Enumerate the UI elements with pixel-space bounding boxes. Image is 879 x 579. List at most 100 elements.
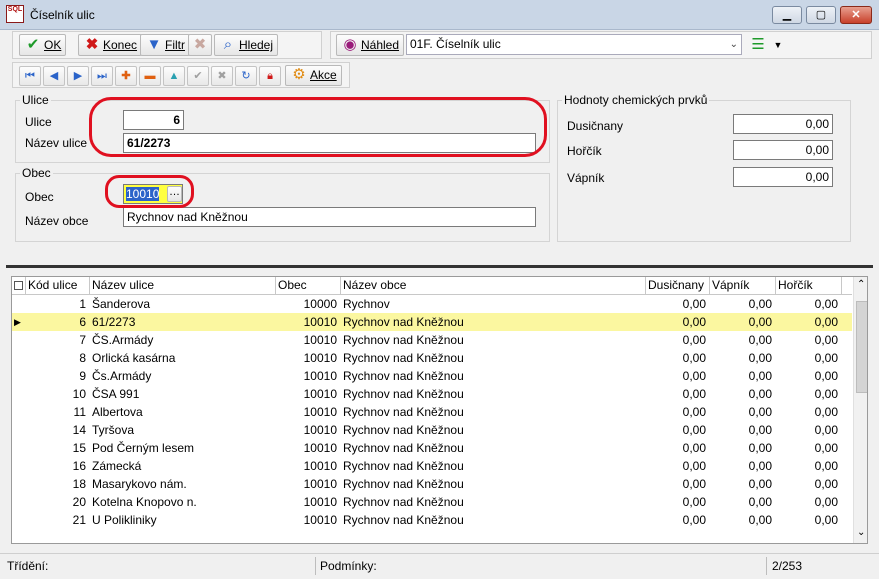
row-indicator-icon	[12, 421, 24, 439]
status-separator	[315, 557, 316, 575]
row-indicator-icon	[12, 349, 24, 367]
row-indicator-icon	[12, 385, 24, 403]
caret-down-icon: ▼	[773, 40, 783, 50]
panel-splitter[interactable]	[6, 265, 873, 268]
table-row[interactable]: 9 Čs.Armády 10010 Rychnov nad Kněžnou 0,00 0,…	[12, 367, 852, 385]
table-row[interactable]: 18 Masarykovo nám. 10010 Rychnov nad Kněžno…	[12, 475, 852, 493]
clear-filter-button[interactable]: ✖	[188, 34, 212, 56]
column-header-nazev-obce[interactable]: Název obce	[341, 277, 646, 295]
refresh-button[interactable]: ↻	[235, 66, 257, 86]
column-header-kod-ulice[interactable]: Kód ulice	[26, 277, 90, 295]
table-row[interactable]: 15 Pod Černým lesem 10010 Rychnov nad Kněžn…	[12, 439, 852, 457]
grid-vertical-scrollbar[interactable]: ⌃ ⌄	[853, 277, 867, 543]
minimize-button[interactable]: ▁	[772, 6, 802, 24]
scroll-up-icon[interactable]: ⌃	[857, 279, 865, 290]
cell-vapnik: 0,00	[748, 495, 772, 509]
dusicnany-label: Dusičnany	[567, 119, 624, 133]
akce-button[interactable]: ⚙ Akce	[285, 65, 342, 86]
post-record-button[interactable]: ✔	[187, 66, 209, 86]
funnel-icon: ▼	[146, 36, 162, 53]
row-indicator-icon	[12, 295, 24, 313]
table-row[interactable]: 20 Kotelna Knopovo n. 10010 Rychnov nad Kně…	[12, 493, 852, 511]
add-record-button[interactable]: ✚	[115, 66, 137, 86]
table-row[interactable]: 21 U Polikliniky 10010 Rychnov nad Kněžnou 0…	[12, 511, 852, 529]
delete-record-button[interactable]: ▬	[139, 66, 161, 86]
cell-nazev-ulice: Albertova	[92, 405, 143, 419]
lock-button[interactable]: 🔒︎	[259, 66, 281, 86]
column-header-vapnik[interactable]: Vápník	[710, 277, 776, 295]
ulice-label: Ulice	[25, 115, 52, 129]
table-row[interactable]: 11 Albertova 10010 Rychnov nad Kněžnou 0,00 0…	[12, 403, 852, 421]
maximize-button[interactable]: ▢	[806, 6, 836, 24]
dusicnany-field[interactable]: 0,00	[733, 114, 833, 134]
row-indicator-icon	[12, 367, 24, 385]
cell-horcik: 0,00	[814, 297, 838, 311]
cell-nazev-ulice: Orlická kasárna	[92, 351, 176, 365]
table-row[interactable]: 16 Zámecká 10010 Rychnov nad Kněžnou 0,00 0,0…	[12, 457, 852, 475]
filtr-button[interactable]: ▼ Filtr	[140, 34, 190, 56]
cell-horcik: 0,00	[814, 387, 838, 401]
column-header-dusicnany[interactable]: Dusičnany	[646, 277, 710, 295]
report-select[interactable]: 01F. Číselník ulic ⌄	[406, 34, 742, 55]
cell-nazev-obce: Rychnov nad Kněžnou	[343, 513, 464, 527]
table-row[interactable]: 7 ČS.Armády 10010 Rychnov nad Kněžnou 0,00 0,…	[12, 331, 852, 349]
cell-obec: 10010	[303, 441, 337, 455]
column-header-nazev-ulice[interactable]: Název ulice	[90, 277, 276, 295]
cell-vapnik: 0,00	[748, 387, 772, 401]
cell-nazev-obce: Rychnov nad Kněžnou	[343, 387, 464, 401]
first-record-icon: ⏮	[25, 70, 35, 82]
cell-nazev-obce: Rychnov nad Kněžnou	[343, 459, 464, 473]
cell-horcik: 0,00	[814, 513, 838, 527]
ok-button[interactable]: ✔ OK	[19, 34, 67, 56]
cell-kod-ulice: 10	[72, 387, 86, 401]
cell-nazev-obce: Rychnov nad Kněžnou	[343, 441, 464, 455]
table-row[interactable]: 10 ČSA 991 10010 Rychnov nad Kněžnou 0,00 0,0…	[12, 385, 852, 403]
table-row[interactable]: ▶ 6 61/2273 10010 Rychnov nad Kněžnou 0,00 0,0…	[12, 313, 852, 331]
konec-button[interactable]: ✖ Konec	[78, 34, 143, 56]
minus-icon: ▬	[144, 70, 156, 82]
cancel-x-icon: ✖	[217, 70, 227, 82]
scroll-down-icon[interactable]: ⌄	[857, 527, 865, 538]
cell-dusicnany: 0,00	[682, 405, 706, 419]
cell-nazev-ulice: 61/2273	[92, 315, 136, 329]
horcik-field[interactable]: 0,00	[733, 140, 833, 160]
column-header-horcik[interactable]: Hořčík	[776, 277, 842, 295]
cell-kod-ulice: 1	[79, 297, 86, 311]
cell-horcik: 0,00	[814, 441, 838, 455]
close-window-button[interactable]: ✕	[840, 6, 872, 24]
cell-dusicnany: 0,00	[682, 297, 706, 311]
vapnik-field[interactable]: 0,00	[733, 167, 833, 187]
edit-record-button[interactable]: ▲	[163, 66, 185, 86]
prev-record-button[interactable]: ◀	[43, 66, 65, 86]
cell-nazev-obce: Rychnov nad Kněžnou	[343, 495, 464, 509]
obec-label: Obec	[25, 190, 54, 204]
cancel-record-button[interactable]: ✖	[211, 66, 233, 86]
next-record-button[interactable]: ▶	[67, 66, 89, 86]
check-icon: ✔	[193, 70, 203, 82]
cell-vapnik: 0,00	[748, 441, 772, 455]
cell-kod-ulice: 14	[72, 423, 86, 437]
cell-nazev-obce: Rychnov nad Kněžnou	[343, 315, 464, 329]
report-list-button[interactable]: ☰	[746, 34, 770, 56]
first-record-button[interactable]: ⏮	[19, 66, 41, 86]
cell-horcik: 0,00	[814, 315, 838, 329]
cell-dusicnany: 0,00	[682, 423, 706, 437]
window-title: Číselník ulic	[30, 8, 95, 22]
table-row[interactable]: 1 Šanderova 10000 Rychnov 0,00 0,00 0,00	[12, 295, 852, 313]
nahled-button[interactable]: ◉ Náhled	[336, 34, 405, 56]
table-row[interactable]: 8 Orlická kasárna 10010 Rychnov nad Kněžnou…	[12, 349, 852, 367]
scrollbar-thumb[interactable]	[856, 301, 867, 393]
eye-icon: ◉	[343, 36, 357, 53]
select-all-checkbox[interactable]	[12, 277, 26, 295]
column-header-obec[interactable]: Obec	[276, 277, 341, 295]
last-record-button[interactable]: ⏭	[91, 66, 113, 86]
cell-dusicnany: 0,00	[682, 315, 706, 329]
horcik-label: Hořčík	[567, 144, 602, 158]
cell-vapnik: 0,00	[748, 351, 772, 365]
nazev-obce-field[interactable]: Rychnov nad Kněžnou	[123, 207, 536, 227]
close-x-icon: ✖	[85, 36, 99, 53]
hledej-button[interactable]: ⌕ Hledej	[214, 34, 279, 56]
cell-vapnik: 0,00	[748, 369, 772, 383]
report-menu-dropdown[interactable]: ▼	[770, 34, 786, 56]
table-row[interactable]: 14 Tyršova 10010 Rychnov nad Kněžnou 0,00 0,0…	[12, 421, 852, 439]
